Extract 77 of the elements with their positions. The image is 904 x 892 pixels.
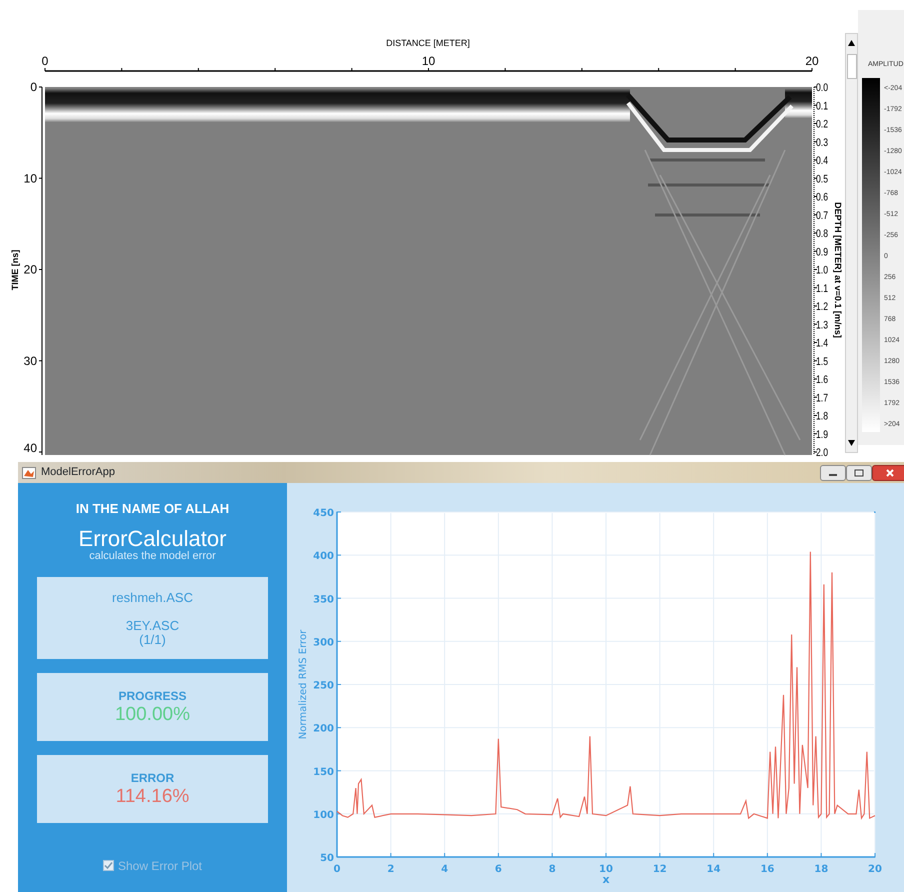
tick-label: 0 (30, 80, 37, 94)
tick-label: 300 (313, 637, 334, 648)
tick-label: 8 (548, 864, 556, 875)
tick-label: 20 (868, 864, 882, 875)
scroll-down-icon[interactable] (848, 440, 855, 446)
tick-label: 200 (313, 724, 334, 735)
tick-label: 0.8 (816, 228, 832, 240)
data-file-name: 3EY.ASC (126, 619, 180, 634)
tick-label: 1.1 (816, 282, 832, 295)
tick-label: 12 (652, 864, 667, 875)
tick-label: 10 (24, 171, 37, 186)
tick-label: 4 (441, 864, 448, 875)
scroll-up-icon[interactable] (848, 40, 855, 46)
file-count: (1/1) (139, 633, 166, 648)
tick-label: 1.4 (816, 338, 832, 350)
minimize-button[interactable] (820, 464, 846, 480)
axis-title: DEPTH [METER] at v=0.1 [m/ns] (833, 202, 843, 338)
tick-label: 1.6 (816, 374, 832, 386)
tick-label: 10 (599, 864, 613, 875)
tick-label: 1.7 (816, 392, 832, 404)
close-button[interactable] (872, 464, 904, 480)
tick-label: 0 (42, 54, 48, 68)
tick-label: 1.8 (816, 410, 832, 422)
tagline: calculates the model error (89, 550, 216, 562)
tick-label: 1.5 (816, 356, 832, 368)
app-name: ErrorCalculator (78, 528, 226, 550)
error-value: 114.16% (116, 787, 190, 808)
tick-label: 0.2 (816, 118, 832, 130)
tick-label: 450 (313, 508, 334, 519)
tick-label: 0.9 (816, 246, 832, 258)
tick-label: 1.2 (816, 301, 832, 313)
tick-label: 14 (706, 864, 721, 875)
tick-label: 30 (24, 354, 37, 368)
close-icon (885, 468, 895, 476)
axis-title: TIME [ns] (10, 250, 20, 290)
tick-label: 50 (320, 853, 334, 864)
axis-title: x (602, 873, 610, 886)
error-label: ERROR (130, 770, 174, 788)
tick-label: 20 (24, 262, 37, 276)
progress-value: 100.00% (114, 705, 190, 726)
scrollbar[interactable] (845, 33, 858, 453)
tick-label: 0.3 (816, 136, 832, 149)
model-file-name: reshmeh.ASC (112, 588, 193, 607)
tick-label: 100 (313, 810, 334, 821)
window-title: ModelErrorApp (41, 465, 115, 480)
tick-label: 1.0 (816, 264, 832, 276)
tick-label: 150 (313, 766, 334, 778)
app-icon (22, 466, 36, 478)
checkbox[interactable] (102, 860, 114, 872)
scroll-thumb[interactable] (847, 54, 857, 79)
tick-label: 0.1 (816, 100, 832, 112)
tick-label: 1.3 (816, 319, 832, 332)
tick-label: 2.0 (816, 447, 832, 459)
progress-label: PROGRESS (118, 688, 186, 706)
tick-label: 0.4 (816, 155, 832, 167)
tick-label: 20 (805, 54, 819, 68)
tick-label: 2 (387, 864, 394, 875)
axis-title: DISTANCE [METER] (386, 38, 470, 48)
checkbox-label[interactable]: Show Error Plot (118, 856, 202, 875)
maximize-icon (854, 468, 864, 476)
tick-label: 0.0 (816, 82, 832, 94)
tick-label: 350 (313, 594, 334, 606)
tick-label: 40 (24, 441, 37, 455)
axis-title: Normalized RMS Error (298, 630, 309, 740)
tick-label: 0 (334, 864, 340, 875)
tick-label: 6 (494, 864, 502, 875)
heading: IN THE NAME OF ALLAH (76, 500, 230, 518)
tick-label: 10 (422, 54, 436, 68)
tick-label: 18 (814, 864, 828, 875)
tick-label: 1.9 (816, 428, 832, 441)
tick-label: 0.6 (816, 192, 832, 204)
tick-label: 400 (313, 551, 334, 562)
tick-label: 0.5 (816, 173, 832, 186)
tick-label: 16 (760, 864, 774, 875)
tick-label: 0.7 (816, 210, 832, 222)
tick-label: 250 (313, 680, 334, 692)
maximize-button[interactable] (846, 464, 872, 480)
